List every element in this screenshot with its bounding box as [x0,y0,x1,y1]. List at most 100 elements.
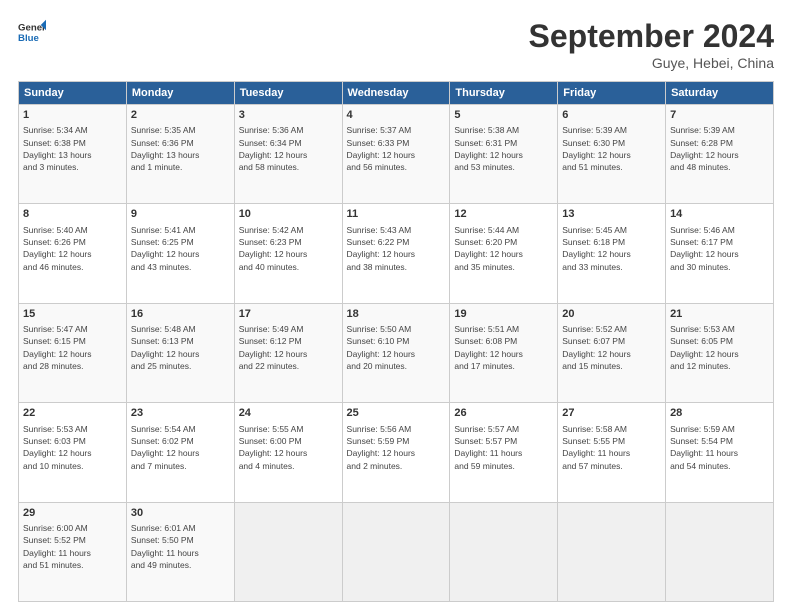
day-detail: Sunrise: 5:58 AM Sunset: 5:55 PM Dayligh… [562,423,661,472]
table-row [342,502,450,601]
day-detail: Sunrise: 5:51 AM Sunset: 6:08 PM Dayligh… [454,323,553,372]
day-number: 29 [23,506,122,521]
table-row: 30Sunrise: 6:01 AM Sunset: 5:50 PM Dayli… [126,502,234,601]
table-row: 25 Sunrise: 5:56 AM Sunset: 5:59 PM Dayli… [342,403,450,502]
day-number: 12 [454,207,553,222]
table-row: 12 Sunrise: 5:44 AM Sunset: 6:20 PM Dayli… [450,204,558,303]
day-number: 5 [454,108,553,123]
calendar-week-4: 22Sunrise: 5:53 AM Sunset: 6:03 PM Dayli… [19,403,774,502]
table-row: 14 Sunrise: 5:46 AM Sunset: 6:17 PM Dayli… [666,204,774,303]
page: General Blue September 2024 Guye, Hebei,… [0,0,792,612]
table-row: 8Sunrise: 5:40 AM Sunset: 6:26 PM Daylig… [19,204,127,303]
col-monday: Monday [126,82,234,105]
header: General Blue September 2024 Guye, Hebei,… [18,18,774,71]
day-number: 10 [239,207,338,222]
calendar-week-5: 29Sunrise: 6:00 AM Sunset: 5:52 PM Dayli… [19,502,774,601]
day-detail: Sunrise: 5:39 AM Sunset: 6:28 PM Dayligh… [670,124,769,173]
table-row: 10 Sunrise: 5:42 AM Sunset: 6:23 PM Dayli… [234,204,342,303]
day-detail: Sunrise: 5:38 AM Sunset: 6:31 PM Dayligh… [454,124,553,173]
day-number: 30 [131,506,230,521]
calendar-week-1: 1Sunrise: 5:34 AM Sunset: 6:38 PM Daylig… [19,105,774,204]
title-block: September 2024 Guye, Hebei, China [529,18,774,71]
table-row: 22Sunrise: 5:53 AM Sunset: 6:03 PM Dayli… [19,403,127,502]
day-number: 1 [23,108,122,123]
col-wednesday: Wednesday [342,82,450,105]
table-row [450,502,558,601]
day-number: 17 [239,307,338,322]
day-number: 13 [562,207,661,222]
day-detail: Sunrise: 5:56 AM Sunset: 5:59 PM Dayligh… [347,423,446,472]
day-number: 14 [670,207,769,222]
day-detail: Sunrise: 6:01 AM Sunset: 5:50 PM Dayligh… [131,522,230,571]
table-row: 29Sunrise: 6:00 AM Sunset: 5:52 PM Dayli… [19,502,127,601]
day-detail: Sunrise: 5:57 AM Sunset: 5:57 PM Dayligh… [454,423,553,472]
day-number: 3 [239,108,338,123]
day-number: 15 [23,307,122,322]
table-row: 9Sunrise: 5:41 AM Sunset: 6:25 PM Daylig… [126,204,234,303]
table-row: 6Sunrise: 5:39 AM Sunset: 6:30 PM Daylig… [558,105,666,204]
table-row [558,502,666,601]
calendar-week-2: 8Sunrise: 5:40 AM Sunset: 6:26 PM Daylig… [19,204,774,303]
calendar-table: Sunday Monday Tuesday Wednesday Thursday… [18,81,774,602]
day-detail: Sunrise: 5:46 AM Sunset: 6:17 PM Dayligh… [670,224,769,273]
day-detail: Sunrise: 6:00 AM Sunset: 5:52 PM Dayligh… [23,522,122,571]
day-detail: Sunrise: 5:49 AM Sunset: 6:12 PM Dayligh… [239,323,338,372]
svg-text:General: General [18,22,46,33]
col-friday: Friday [558,82,666,105]
day-number: 11 [347,207,446,222]
col-saturday: Saturday [666,82,774,105]
table-row: 13 Sunrise: 5:45 AM Sunset: 6:18 PM Dayli… [558,204,666,303]
day-number: 27 [562,406,661,421]
table-row: 24Sunrise: 5:55 AM Sunset: 6:00 PM Dayli… [234,403,342,502]
table-row: 1Sunrise: 5:34 AM Sunset: 6:38 PM Daylig… [19,105,127,204]
day-number: 4 [347,108,446,123]
day-detail: Sunrise: 5:47 AM Sunset: 6:15 PM Dayligh… [23,323,122,372]
table-row: 27 Sunrise: 5:58 AM Sunset: 5:55 PM Dayli… [558,403,666,502]
header-row: Sunday Monday Tuesday Wednesday Thursday… [19,82,774,105]
day-detail: Sunrise: 5:53 AM Sunset: 6:05 PM Dayligh… [670,323,769,372]
day-detail: Sunrise: 5:42 AM Sunset: 6:23 PM Dayligh… [239,224,338,273]
col-thursday: Thursday [450,82,558,105]
table-row [666,502,774,601]
table-row: 23Sunrise: 5:54 AM Sunset: 6:02 PM Dayli… [126,403,234,502]
table-row: 21Sunrise: 5:53 AM Sunset: 6:05 PM Dayli… [666,303,774,402]
svg-text:Blue: Blue [18,33,39,44]
day-number: 2 [131,108,230,123]
day-number: 19 [454,307,553,322]
day-number: 22 [23,406,122,421]
day-detail: Sunrise: 5:48 AM Sunset: 6:13 PM Dayligh… [131,323,230,372]
day-number: 8 [23,207,122,222]
day-detail: Sunrise: 5:52 AM Sunset: 6:07 PM Dayligh… [562,323,661,372]
table-row: 15Sunrise: 5:47 AM Sunset: 6:15 PM Dayli… [19,303,127,402]
table-row: 18Sunrise: 5:50 AM Sunset: 6:10 PM Dayli… [342,303,450,402]
table-row: 19Sunrise: 5:51 AM Sunset: 6:08 PM Dayli… [450,303,558,402]
day-number: 18 [347,307,446,322]
day-number: 25 [347,406,446,421]
day-detail: Sunrise: 5:54 AM Sunset: 6:02 PM Dayligh… [131,423,230,472]
table-row: 3Sunrise: 5:36 AM Sunset: 6:34 PM Daylig… [234,105,342,204]
table-row: 2Sunrise: 5:35 AM Sunset: 6:36 PM Daylig… [126,105,234,204]
day-number: 6 [562,108,661,123]
day-detail: Sunrise: 5:43 AM Sunset: 6:22 PM Dayligh… [347,224,446,273]
day-detail: Sunrise: 5:44 AM Sunset: 6:20 PM Dayligh… [454,224,553,273]
day-detail: Sunrise: 5:36 AM Sunset: 6:34 PM Dayligh… [239,124,338,173]
logo-icon: General Blue [18,18,46,46]
day-detail: Sunrise: 5:35 AM Sunset: 6:36 PM Dayligh… [131,124,230,173]
day-detail: Sunrise: 5:39 AM Sunset: 6:30 PM Dayligh… [562,124,661,173]
day-detail: Sunrise: 5:45 AM Sunset: 6:18 PM Dayligh… [562,224,661,273]
subtitle: Guye, Hebei, China [529,55,774,71]
day-detail: Sunrise: 5:50 AM Sunset: 6:10 PM Dayligh… [347,323,446,372]
table-row: 20Sunrise: 5:52 AM Sunset: 6:07 PM Dayli… [558,303,666,402]
day-number: 7 [670,108,769,123]
table-row [234,502,342,601]
day-number: 28 [670,406,769,421]
day-number: 20 [562,307,661,322]
col-tuesday: Tuesday [234,82,342,105]
logo: General Blue [18,18,46,46]
day-detail: Sunrise: 5:55 AM Sunset: 6:00 PM Dayligh… [239,423,338,472]
day-number: 16 [131,307,230,322]
day-detail: Sunrise: 5:37 AM Sunset: 6:33 PM Dayligh… [347,124,446,173]
table-row: 16Sunrise: 5:48 AM Sunset: 6:13 PM Dayli… [126,303,234,402]
calendar-week-3: 15Sunrise: 5:47 AM Sunset: 6:15 PM Dayli… [19,303,774,402]
table-row: 4Sunrise: 5:37 AM Sunset: 6:33 PM Daylig… [342,105,450,204]
